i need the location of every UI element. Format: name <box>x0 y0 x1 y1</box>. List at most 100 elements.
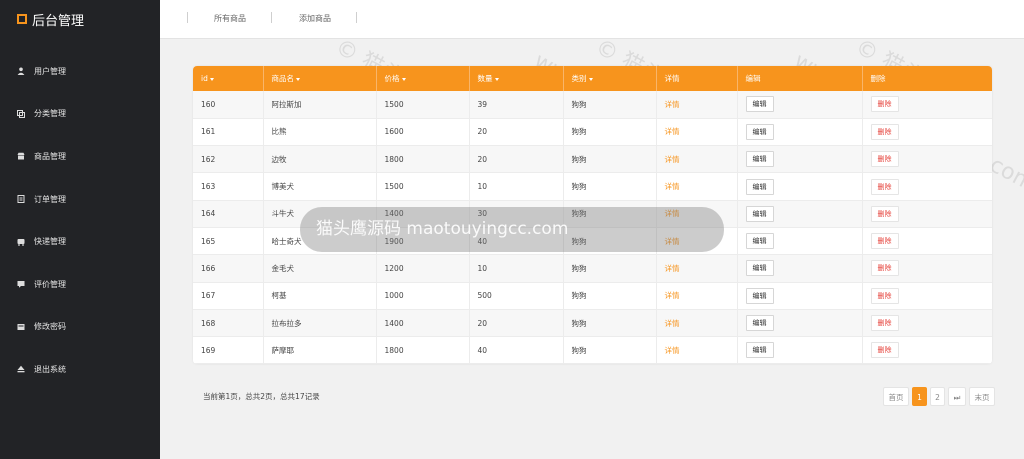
cell-delete: 删除 <box>862 227 992 254</box>
cell-price: 1500 <box>376 91 470 119</box>
detail-link[interactable]: 详情 <box>665 100 680 109</box>
sidebar-item-label: 用户管理 <box>34 66 66 76</box>
detail-link[interactable]: 详情 <box>665 264 680 273</box>
table-row: 162 边牧 1800 20 狗狗 详情 编辑 删除 <box>193 145 992 173</box>
edit-button[interactable]: 编辑 <box>745 287 774 304</box>
sidebar-item-label: 快递管理 <box>34 237 66 247</box>
cell-category: 狗狗 <box>563 254 657 283</box>
edit-button[interactable]: 编辑 <box>745 151 774 168</box>
sidebar-item-label: 修改密码 <box>34 322 66 332</box>
cell-quantity: 20 <box>469 309 564 337</box>
shop-icon <box>17 153 25 160</box>
cell-category: 狗狗 <box>563 145 657 173</box>
delete-button[interactable]: 删除 <box>870 151 899 168</box>
edit-button[interactable]: 编辑 <box>745 342 774 359</box>
top-bar: 所有商品 添加商品 <box>160 0 1024 39</box>
cell-price: 1200 <box>376 254 470 283</box>
edit-button[interactable]: 编辑 <box>745 233 774 250</box>
detail-link[interactable]: 详情 <box>665 155 680 164</box>
table-row: 167 柯基 1000 500 狗狗 详情 编辑 删除 <box>193 282 992 310</box>
cell-id: 167 <box>193 282 264 310</box>
column-header-price[interactable]: 价格 <box>376 66 470 91</box>
detail-link[interactable]: 详情 <box>665 182 680 191</box>
pagination-page-2[interactable]: 2 <box>930 387 945 406</box>
delete-button[interactable]: 删除 <box>870 315 899 332</box>
sort-caret-icon <box>588 77 593 81</box>
brand-title: 后台管理 <box>32 13 85 29</box>
pagination-page-1[interactable]: 1 <box>912 387 927 406</box>
pagination-next-icon[interactable]: ⏭ <box>948 387 966 406</box>
column-header-quantity[interactable]: 数量 <box>469 66 564 91</box>
cell-id: 164 <box>193 200 264 228</box>
delete-button[interactable]: 删除 <box>870 123 899 140</box>
pagination-first[interactable]: 首页 <box>883 387 909 406</box>
cell-name: 萨摩耶 <box>263 336 377 364</box>
edit-button[interactable]: 编辑 <box>745 123 774 140</box>
tab-add-product[interactable]: 添加商品 <box>299 13 331 24</box>
column-header-label: 商品名 <box>271 74 295 83</box>
sidebar-item-password[interactable]: 修改密码 <box>0 306 160 349</box>
detail-link[interactable]: 详情 <box>665 291 680 300</box>
delete-button[interactable]: 删除 <box>870 260 899 277</box>
cell-delete: 删除 <box>862 200 992 227</box>
edit-button[interactable]: 编辑 <box>745 178 774 195</box>
cell-price: 1600 <box>376 118 470 146</box>
cell-name: 博美犬 <box>263 172 377 201</box>
column-header-category[interactable]: 类别 <box>563 66 657 91</box>
cell-price: 1800 <box>376 145 470 173</box>
edit-button[interactable]: 编辑 <box>745 260 774 277</box>
sidebar-item-logout[interactable]: 退出系统 <box>0 348 160 391</box>
cell-category: 狗狗 <box>563 118 657 146</box>
cell-detail: 详情 <box>656 91 738 119</box>
cell-name: 金毛犬 <box>263 254 377 283</box>
cell-name: 阿拉斯加 <box>263 91 377 119</box>
delete-button[interactable]: 删除 <box>870 342 899 359</box>
column-header-label: 价格 <box>384 74 400 83</box>
cell-delete: 删除 <box>862 173 992 200</box>
cell-edit: 编辑 <box>737 227 863 255</box>
delete-button[interactable]: 删除 <box>870 178 899 195</box>
cell-id: 160 <box>193 91 264 119</box>
sidebar-item-reviews[interactable]: 评价管理 <box>0 263 160 306</box>
sidebar-item-label: 订单管理 <box>34 194 66 204</box>
brand: 后台管理 <box>17 10 85 29</box>
detail-link[interactable]: 详情 <box>665 127 680 136</box>
pagination-last[interactable]: 末页 <box>969 387 995 406</box>
cell-quantity: 20 <box>469 118 564 146</box>
column-header-id[interactable]: id <box>193 66 264 91</box>
user-icon <box>17 67 25 76</box>
delete-button[interactable]: 删除 <box>870 205 899 222</box>
cell-price: 1800 <box>376 336 470 364</box>
cell-edit: 编辑 <box>737 145 863 173</box>
table-row: 163 博美犬 1500 10 狗狗 详情 编辑 删除 <box>193 172 992 201</box>
sidebar-item-products[interactable]: 商品管理 <box>0 135 160 178</box>
detail-link[interactable]: 详情 <box>665 319 680 328</box>
cell-detail: 详情 <box>656 254 738 283</box>
cell-delete: 删除 <box>862 118 992 145</box>
tab-all-products[interactable]: 所有商品 <box>214 13 246 24</box>
cell-id: 166 <box>193 254 264 283</box>
delete-button[interactable]: 删除 <box>870 233 899 250</box>
cell-id: 165 <box>193 227 264 255</box>
column-header-delete: 删除 <box>870 74 886 83</box>
column-header-name[interactable]: 商品名 <box>263 66 377 91</box>
sidebar-item-express[interactable]: 快递管理 <box>0 220 160 263</box>
cell-id: 168 <box>193 309 264 337</box>
edit-button[interactable]: 编辑 <box>745 205 774 222</box>
delete-button[interactable]: 删除 <box>870 96 899 113</box>
edit-button[interactable]: 编辑 <box>745 96 774 113</box>
tab-divider <box>187 12 188 23</box>
cell-edit: 编辑 <box>737 118 863 146</box>
pagination: 首页 1 2 ⏭ 末页 <box>880 387 995 406</box>
delete-button[interactable]: 删除 <box>870 287 899 304</box>
sort-caret-icon <box>401 77 406 81</box>
detail-link[interactable]: 详情 <box>665 346 680 355</box>
sidebar-item-categories[interactable]: 分类管理 <box>0 93 160 136</box>
edit-button[interactable]: 编辑 <box>745 315 774 332</box>
sidebar-item-users[interactable]: 用户管理 <box>0 50 160 93</box>
cell-category: 狗狗 <box>563 309 657 337</box>
sidebar-item-orders[interactable]: 订单管理 <box>0 178 160 221</box>
cell-price: 1500 <box>376 172 470 201</box>
password-icon <box>17 323 25 330</box>
table-row: 169 萨摩耶 1800 40 狗狗 详情 编辑 删除 <box>193 336 992 364</box>
